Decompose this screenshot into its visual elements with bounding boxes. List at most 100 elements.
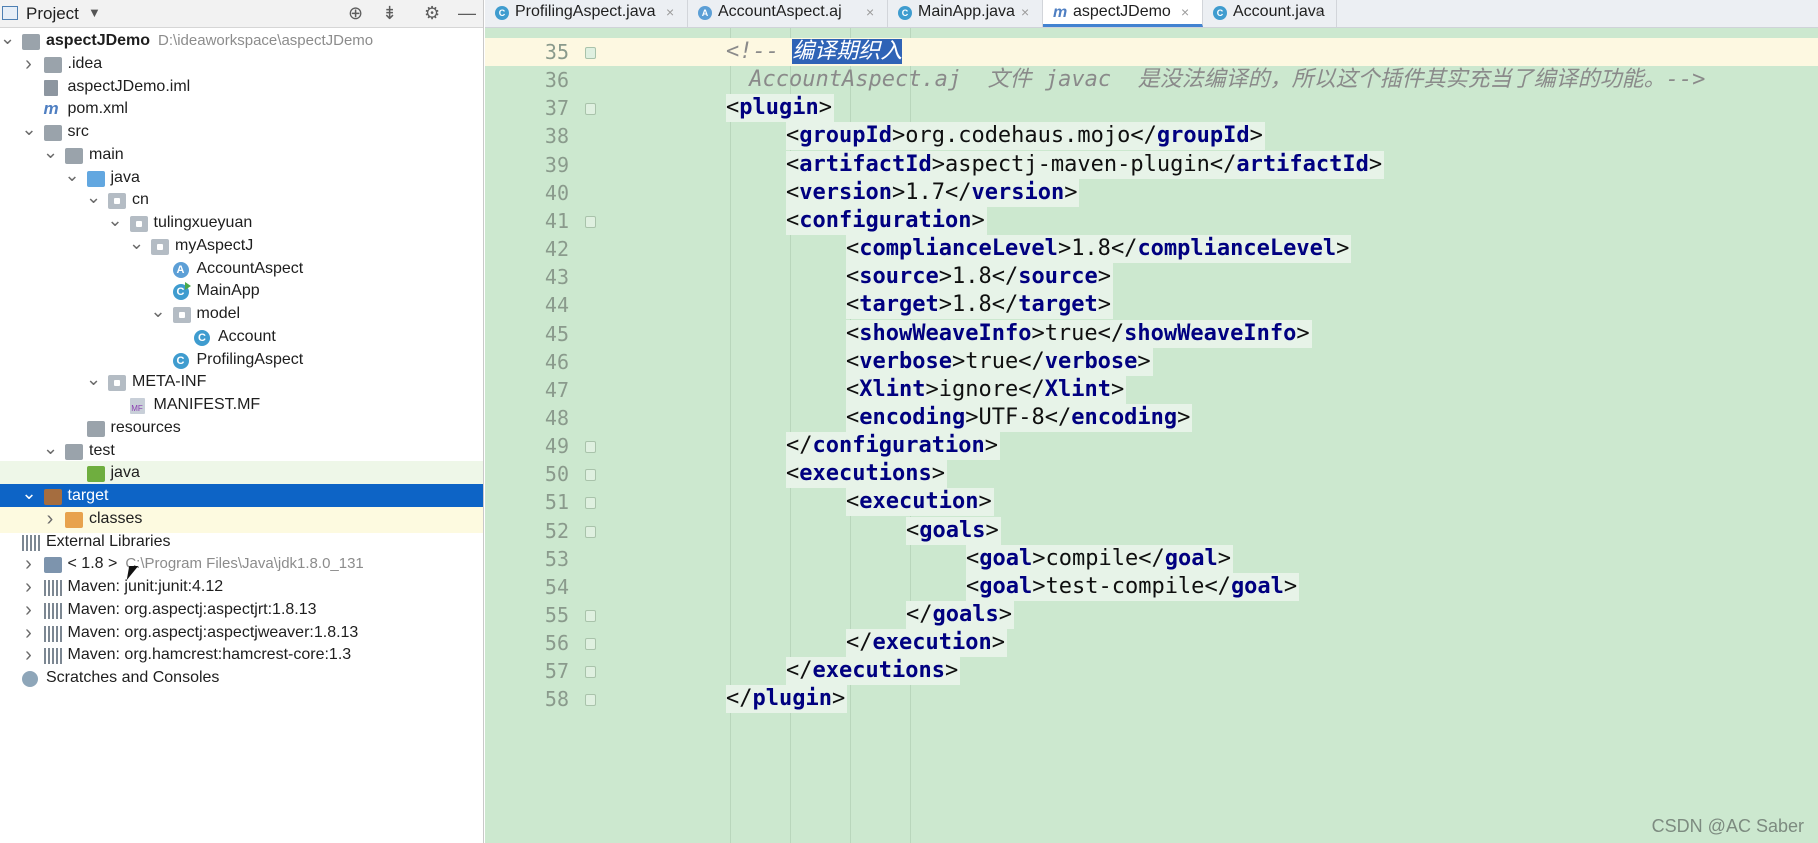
fold-marker-icon[interactable] <box>585 497 596 510</box>
class-icon: C <box>1213 6 1227 20</box>
chevron-down-icon[interactable]: ⌄ <box>129 234 144 257</box>
code-line: 48 <encoding>UTF-8</encoding> <box>485 403 1818 432</box>
editor-tab-label: AccountAspect.aj <box>718 3 842 20</box>
chevron-down-icon[interactable]: ⌄ <box>65 166 80 189</box>
editor-tab-bar: C ProfilingAspect.java × A AccountAspect.aj ×… <box>485 0 1818 28</box>
line-number: 56 <box>544 631 569 656</box>
chevron-right-icon[interactable]: › <box>22 554 36 575</box>
code-text: <groupId>org.codehaus.mojo</groupId> <box>786 122 1265 151</box>
tree-item-label: myAspectJ <box>175 236 254 254</box>
chevron-right-icon[interactable]: › <box>43 509 57 530</box>
line-number: 38 <box>544 124 569 149</box>
fold-marker-icon[interactable] <box>585 525 596 538</box>
line-number: 36 <box>544 68 569 93</box>
orange-folder-icon <box>65 511 83 528</box>
fold-marker-icon[interactable] <box>585 666 596 679</box>
collapse-all-icon[interactable]: ⇟ <box>382 3 397 24</box>
line-number: 40 <box>544 180 569 205</box>
project-view-selector[interactable]: Project <box>26 4 79 24</box>
close-icon[interactable]: × <box>666 4 674 20</box>
code-line: 37 <plugin> <box>485 94 1818 123</box>
fold-marker-icon[interactable] <box>585 638 596 651</box>
tree-item-label: src <box>67 123 89 140</box>
chevron-down-icon[interactable]: ⌄ <box>86 188 101 211</box>
fold-marker-icon[interactable] <box>585 215 596 228</box>
code-text: </goals> <box>906 601 1014 629</box>
gear-icon[interactable]: ⚙ <box>424 3 440 24</box>
code-line: 49 </configuration> <box>485 432 1818 461</box>
chevron-down-icon[interactable]: ⌄ <box>43 439 58 462</box>
chevron-down-icon[interactable]: ⌄ <box>22 484 37 507</box>
code-text: <showWeaveInfo>true</showWeaveInfo> <box>846 319 1312 348</box>
chevron-right-icon[interactable]: › <box>22 600 36 621</box>
fold-marker-icon[interactable] <box>585 47 596 59</box>
folder-icon <box>65 443 83 460</box>
manifest-file-icon: MF <box>129 398 145 414</box>
class-icon: C <box>172 352 189 369</box>
chevron-down-icon[interactable]: ⌄ <box>0 29 15 52</box>
chevron-down-icon[interactable]: ⌄ <box>108 211 123 234</box>
tree-item[interactable]: Scratches and Consoles <box>0 666 483 692</box>
package-icon <box>108 193 126 210</box>
code-text: <!-- 编译期织入 <box>726 39 903 64</box>
fold-marker-icon[interactable] <box>585 694 596 707</box>
chevron-down-icon[interactable]: ⌄ <box>86 370 101 393</box>
fold-marker-icon[interactable] <box>585 441 596 454</box>
code-line: 39 <artifactId>aspectj-maven-plugin</arti… <box>485 150 1818 179</box>
editor-tab[interactable]: m aspectJDemo × <box>1043 0 1203 27</box>
tree-item-label: java <box>110 464 140 482</box>
editor-tab[interactable]: A AccountAspect.aj × <box>688 0 888 27</box>
chevron-down-icon[interactable]: ⌄ <box>22 120 37 143</box>
fold-marker-icon[interactable] <box>585 103 596 116</box>
editor-tab[interactable]: C Account.java × <box>1203 0 1337 27</box>
code-text: <source>1.8</source> <box>846 263 1113 292</box>
chevron-down-icon[interactable]: ▼ <box>88 5 101 20</box>
close-icon[interactable]: × <box>1181 4 1189 20</box>
tree-item-label: main <box>89 145 124 163</box>
code-line: 44 <target>1.8</target> <box>485 291 1818 320</box>
class-icon: C <box>194 329 210 346</box>
editor-tab[interactable]: C MainApp.java × <box>888 0 1043 27</box>
aspect-icon: A <box>698 6 712 20</box>
code-line: 36 AccountAspect.aj 文件 javac 是没法编译的，所以这个… <box>485 66 1818 94</box>
package-icon <box>108 375 126 392</box>
code-text: <goals> <box>906 516 1001 545</box>
chevron-right-icon[interactable]: › <box>22 623 36 644</box>
code-text: AccountAspect.aj 文件 javac 是没法编译的，所以这个插件其… <box>736 67 1706 93</box>
code-editor[interactable]: 35 <!-- 编译期织入 36 AccountAspect.aj 文件 javac… <box>485 28 1818 843</box>
tree-item-label: < 1.8 > C:\Program Files\Java\jdk1.8.0_13… <box>67 555 364 573</box>
line-number: 50 <box>544 462 569 487</box>
tree-item-label: META-INF <box>132 373 207 391</box>
line-number: 58 <box>544 687 569 712</box>
editor-tab[interactable]: C ProfilingAspect.java × <box>485 0 688 27</box>
library-icon <box>43 648 62 665</box>
fold-marker-icon[interactable] <box>585 610 596 622</box>
aspect-icon: A <box>172 261 189 278</box>
folder-icon <box>65 147 83 164</box>
locate-icon[interactable]: ⊕ <box>348 3 363 24</box>
fold-marker-icon[interactable] <box>585 469 596 482</box>
tree-item-label: Scratches and Consoles <box>46 669 220 686</box>
tree-item-label: resources <box>110 418 181 436</box>
library-icon <box>43 625 62 642</box>
chevron-down-icon[interactable]: ⌄ <box>43 143 58 166</box>
code-text: <goal>test-compile</goal> <box>966 572 1300 601</box>
code-text: <configuration> <box>786 206 987 235</box>
line-number: 46 <box>544 349 569 374</box>
chevron-down-icon[interactable]: ⌄ <box>151 302 166 325</box>
tree-item-label: Account <box>218 327 276 345</box>
chevron-right-icon[interactable]: › <box>22 54 36 75</box>
libraries-icon <box>22 534 40 551</box>
close-icon[interactable]: × <box>1021 4 1029 20</box>
iml-file-icon <box>43 79 58 96</box>
main-class-icon: C <box>172 282 191 301</box>
hide-panel-icon[interactable]: — <box>458 3 476 24</box>
line-number: 53 <box>544 546 569 571</box>
chevron-right-icon[interactable]: › <box>22 577 36 598</box>
chevron-right-icon[interactable]: › <box>22 645 36 666</box>
close-icon[interactable]: × <box>1315 4 1323 20</box>
code-line: 55 </goals> <box>485 601 1818 629</box>
editor-tab-label: aspectJDemo <box>1073 3 1171 20</box>
code-text: <encoding>UTF-8</encoding> <box>846 403 1193 432</box>
close-icon[interactable]: × <box>866 4 874 20</box>
